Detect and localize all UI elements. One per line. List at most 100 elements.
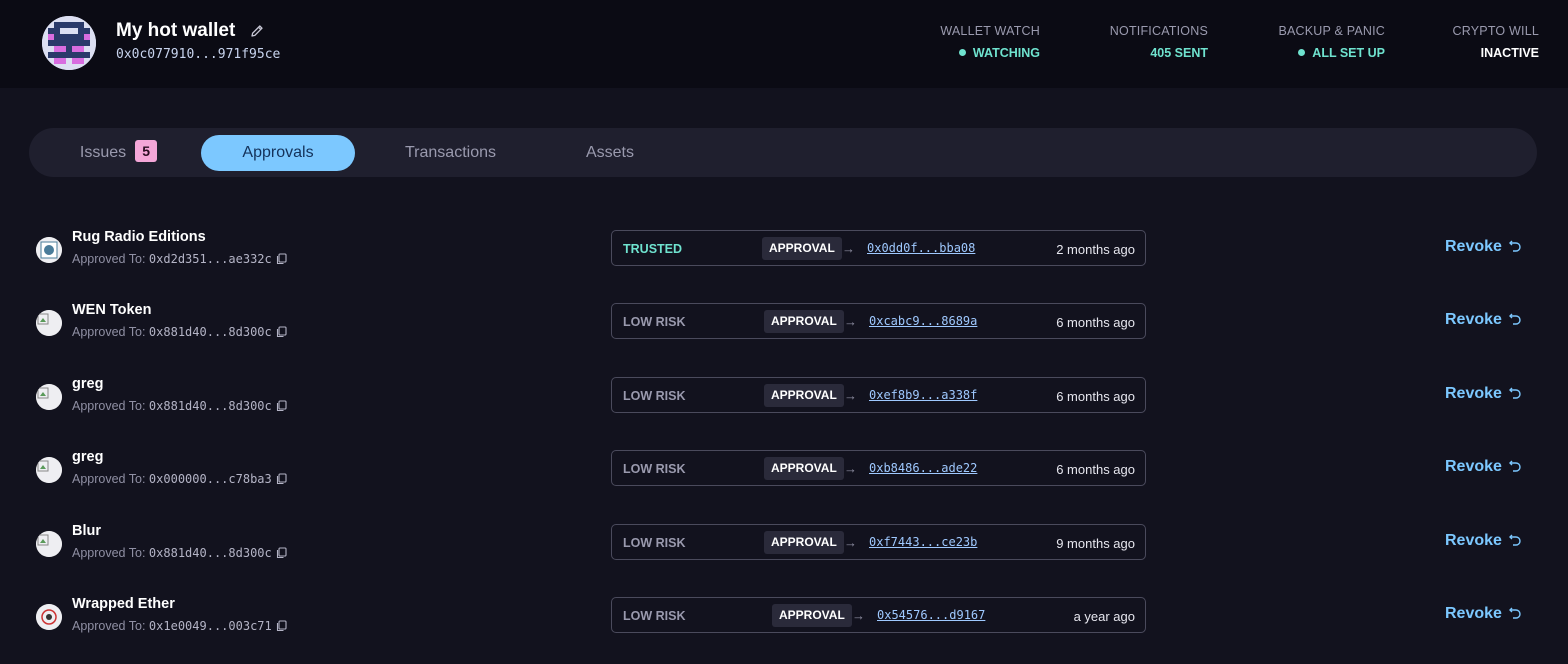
copy-icon[interactable] [276, 326, 287, 338]
arrow-right-icon: → [852, 608, 865, 623]
tab-assets[interactable]: Assets [571, 135, 649, 171]
stat-label: BACKUP & PANIC [1278, 24, 1385, 38]
tab-label: Transactions [405, 144, 496, 161]
approval-row: greg Approved To: 0x881d40...8d300c LOW RI… [0, 376, 1568, 444]
approved-to-address: 0x881d40...8d300c [148, 399, 272, 413]
approved-to-label: Approved To: [72, 399, 146, 413]
revoke-button[interactable]: Revoke [1445, 238, 1522, 256]
arrow-right-icon: → [844, 535, 857, 550]
approval-row: Wrapped Ether Approved To: 0x1e0049...003… [0, 596, 1568, 664]
revoke-label: Revoke [1445, 532, 1502, 549]
issues-count-badge: 5 [135, 140, 158, 162]
approval-time: a year ago [1073, 609, 1135, 624]
tab-label: Issues [79, 144, 127, 161]
token-logo-icon [36, 310, 62, 336]
arrow-right-icon: → [844, 461, 857, 476]
approval-row: WEN Token Approved To: 0x881d40...8d300c L… [0, 302, 1568, 370]
wallet-name: My hot wallet [116, 20, 236, 41]
status-dot-icon [1298, 49, 1306, 56]
approval-row: Blur Approved To: 0x881d40...8d300c LOW RI… [0, 523, 1568, 591]
approval-time: 6 months ago [1056, 315, 1135, 330]
spender-address-link[interactable]: 0x54576...d9167 [877, 608, 985, 622]
approved-to: Approved To: 0x1e0049...003c71 [72, 619, 287, 633]
copy-icon[interactable] [276, 253, 287, 265]
stat-notifications[interactable]: NOTIFICATIONS 405 SENT [1110, 24, 1208, 60]
stat-label: WALLET WATCH [940, 24, 1040, 38]
revoke-button[interactable]: Revoke [1445, 605, 1522, 623]
wallet-address[interactable]: 0x0c077910...971f95ce [116, 47, 280, 62]
token-logo-icon [36, 384, 62, 410]
undo-icon [1508, 387, 1521, 399]
tab-bar: Issues 5 Approvals Transactions Assets [29, 128, 1537, 177]
risk-badge: TRUSTED [623, 242, 683, 256]
copy-icon[interactable] [276, 620, 287, 632]
approval-time: 9 months ago [1056, 536, 1135, 551]
spender-address-link[interactable]: 0x0dd0f...bba08 [867, 241, 975, 255]
revoke-button[interactable]: Revoke [1445, 532, 1522, 550]
approved-to-address: 0x000000...c78ba3 [148, 472, 272, 486]
undo-icon [1508, 460, 1521, 472]
approved-to: Approved To: 0xd2d351...ae332c [72, 252, 287, 266]
approval-details: LOW RISK APPROVAL → 0xf7443...ce23b 9 months… [611, 524, 1146, 560]
tab-issues[interactable]: Issues 5 [71, 135, 166, 171]
revoke-button[interactable]: Revoke [1445, 458, 1522, 476]
tab-transactions[interactable]: Transactions [385, 135, 516, 171]
undo-icon [1508, 313, 1521, 325]
spender-address-link[interactable]: 0xcabc9...8689a [869, 314, 977, 328]
revoke-label: Revoke [1445, 458, 1502, 475]
approval-details: LOW RISK APPROVAL → 0xef8b9...a338f 6 months… [611, 377, 1146, 413]
spender-address-link[interactable]: 0xb8486...ade22 [869, 461, 977, 475]
approved-to-address: 0x1e0049...003c71 [148, 619, 272, 633]
stat-wallet-watch[interactable]: WALLET WATCH WATCHING [940, 24, 1040, 60]
approved-to: Approved To: 0x881d40...8d300c [72, 546, 287, 560]
spender-address-link[interactable]: 0xef8b9...a338f [869, 388, 977, 402]
arrow-right-icon: → [844, 314, 857, 329]
approval-details: TRUSTED APPROVAL → 0x0dd0f...bba08 2 months … [611, 230, 1146, 266]
copy-icon[interactable] [276, 400, 287, 412]
token-name: greg [72, 376, 104, 392]
approved-to: Approved To: 0x000000...c78ba3 [72, 472, 287, 486]
tab-label: Approvals [242, 144, 314, 161]
copy-icon[interactable] [276, 547, 287, 559]
wallet-header: My hot wallet 0x0c077910...971f95ce WALL… [0, 0, 1568, 88]
approved-to-label: Approved To: [72, 619, 146, 633]
risk-badge: LOW RISK [623, 389, 686, 403]
stat-value: WATCHING [972, 46, 1040, 60]
risk-badge: LOW RISK [623, 536, 686, 550]
tab-label: Assets [585, 144, 634, 161]
approved-to-address: 0xd2d351...ae332c [148, 252, 272, 266]
approved-to-label: Approved To: [72, 252, 146, 266]
token-logo-icon [36, 237, 62, 263]
revoke-label: Revoke [1445, 311, 1502, 328]
stat-crypto-will[interactable]: CRYPTO WILL INACTIVE [1453, 24, 1539, 60]
stat-value: 405 SENT [1150, 46, 1208, 60]
pencil-icon[interactable] [249, 23, 265, 39]
approval-tag: APPROVAL [764, 310, 844, 333]
revoke-label: Revoke [1445, 238, 1502, 255]
approval-tag: APPROVAL [764, 457, 844, 480]
tab-approvals[interactable]: Approvals [201, 135, 355, 171]
approval-details: LOW RISK APPROVAL → 0xcabc9...8689a 6 months… [611, 303, 1146, 339]
risk-badge: LOW RISK [623, 609, 686, 623]
token-logo-icon [36, 457, 62, 483]
token-name: Rug Radio Editions [72, 229, 206, 245]
spender-address-link[interactable]: 0xf7443...ce23b [869, 535, 977, 549]
approval-row: Rug Radio Editions Approved To: 0xd2d351.… [0, 229, 1568, 297]
copy-icon[interactable] [276, 473, 287, 485]
approved-to-label: Approved To: [72, 472, 146, 486]
wallet-avatar[interactable] [42, 16, 96, 70]
stat-backup-panic[interactable]: BACKUP & PANIC ALL SET UP [1278, 24, 1385, 60]
token-logo-icon [36, 531, 62, 557]
revoke-button[interactable]: Revoke [1445, 311, 1522, 329]
risk-badge: LOW RISK [623, 462, 686, 476]
undo-icon [1508, 607, 1521, 619]
arrow-right-icon: → [842, 241, 855, 256]
token-name: Wrapped Ether [72, 596, 175, 612]
approved-to-address: 0x881d40...8d300c [148, 546, 272, 560]
revoke-button[interactable]: Revoke [1445, 385, 1522, 403]
approved-to: Approved To: 0x881d40...8d300c [72, 325, 287, 339]
approved-to: Approved To: 0x881d40...8d300c [72, 399, 287, 413]
pixel-avatar-icon [42, 16, 96, 70]
approval-details: LOW RISK APPROVAL → 0x54576...d9167 a year a… [611, 597, 1146, 633]
revoke-label: Revoke [1445, 605, 1502, 622]
